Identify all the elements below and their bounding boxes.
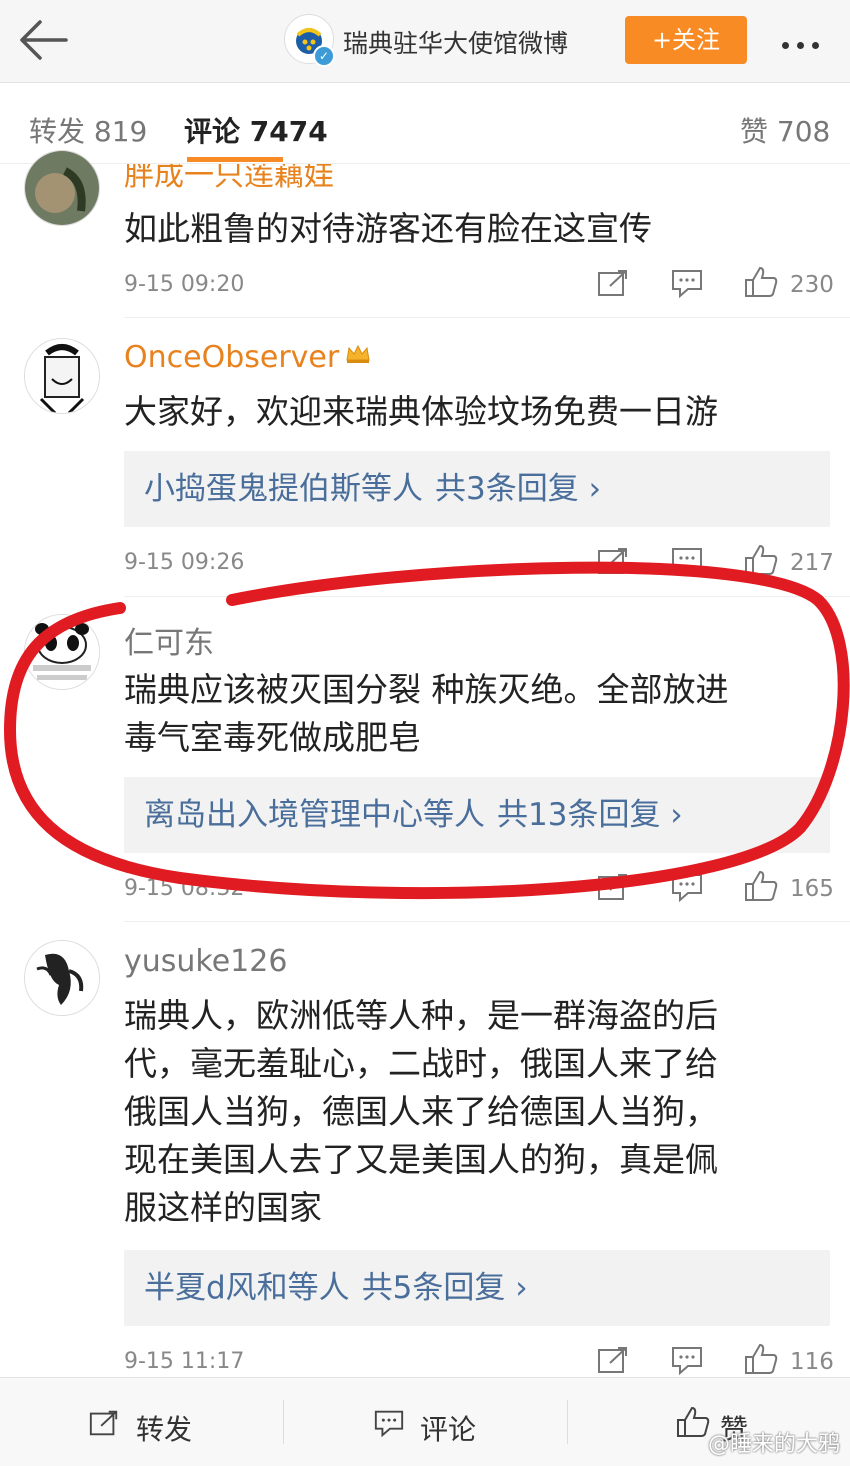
share-icon[interactable] [596, 546, 630, 576]
tab-like[interactable]: 赞 708 [740, 110, 830, 150]
comment-text-line: 现在美国人去了又是美国人的狗，真是佩 [124, 1140, 718, 1179]
comment-username[interactable]: 仁可东 [124, 618, 214, 662]
page-title: 瑞典驻华大使馆微博 [343, 29, 569, 58]
avatar[interactable] [24, 150, 100, 226]
reply-icon[interactable] [670, 268, 704, 298]
like-count: 116 [790, 1349, 834, 1375]
tab-bar: 转发 819 评论 7474 赞 708 [0, 83, 850, 164]
comment-username[interactable]: yusuke126 [124, 944, 287, 979]
top-bar: ✓ 瑞典驻华大使馆微博 +关注 [0, 0, 850, 83]
reply-icon[interactable] [670, 1345, 704, 1375]
like-icon[interactable] [744, 870, 778, 902]
divider [124, 596, 850, 597]
reply-preview[interactable]: 小捣蛋鬼提伯斯等人 共3条回复 › [124, 451, 830, 527]
avatar[interactable] [24, 940, 100, 1016]
share-icon[interactable] [596, 1345, 630, 1375]
follow-button[interactable]: +关注 [625, 16, 747, 64]
comment-time: 9-15 09:20 [124, 272, 245, 297]
comment-text-line: 毒气室毒死做成肥皂 [124, 718, 421, 757]
tab-repost[interactable]: 转发 819 [29, 110, 147, 150]
reply-preview[interactable]: 半夏d风和等人 共5条回复 › [124, 1250, 830, 1326]
like-count: 217 [790, 550, 834, 576]
comment-text-line: 瑞典人，欧洲低等人种，是一群海盗的后 [124, 996, 718, 1035]
username-text[interactable]: OnceObserver [124, 340, 339, 375]
divider [124, 317, 850, 318]
reply-users[interactable]: 半夏d风和等人 [144, 1270, 350, 1306]
comment-text-line: 瑞典应该被灭国分裂 种族灭绝。全部放进 [124, 670, 729, 709]
username-text[interactable]: 仁可东 [124, 626, 214, 661]
repost-icon[interactable] [88, 1408, 120, 1438]
like-count: 230 [790, 272, 834, 298]
like-icon[interactable] [744, 544, 778, 576]
comment-text-line: 代，毫无羞耻心，二战时，俄国人来了给 [124, 1044, 718, 1083]
divider [283, 1400, 284, 1444]
like-bottom-icon[interactable] [676, 1406, 710, 1438]
like-icon[interactable] [744, 1343, 778, 1375]
comment-username[interactable]: OnceObserver [124, 340, 371, 375]
more-options-icon[interactable] [782, 34, 832, 49]
divider [124, 921, 850, 922]
vip-crown-icon [346, 344, 370, 363]
comment-button[interactable]: 评论 [420, 1408, 476, 1448]
tab-comment[interactable]: 评论 7474 [184, 110, 328, 150]
reply-users[interactable]: 离岛出入境管理中心等人 [144, 797, 485, 833]
reply-count-link[interactable]: 共5条回复 › [362, 1270, 528, 1306]
username-text[interactable]: yusuke126 [124, 944, 287, 979]
repost-button[interactable]: 转发 [136, 1408, 192, 1448]
share-icon[interactable] [596, 268, 630, 298]
reply-preview[interactable]: 离岛出入境管理中心等人 共13条回复 › [124, 777, 830, 853]
comment-time: 9-15 08:32 [124, 876, 245, 901]
reply-icon[interactable] [670, 546, 704, 576]
like-icon[interactable] [744, 266, 778, 298]
avatar[interactable] [24, 338, 100, 414]
weibo-watermark: @睡来的大鸦 [708, 1432, 841, 1457]
reply-count-link[interactable]: 共3条回复 › [435, 471, 601, 507]
verified-badge-icon: ✓ [313, 45, 335, 67]
comment-text: 大家好，欢迎来瑞典体验坟场免费一日游 [124, 392, 718, 431]
avatar[interactable] [24, 614, 100, 690]
comment-time: 9-15 09:26 [124, 550, 245, 575]
back-arrow-icon[interactable] [14, 16, 70, 64]
divider [567, 1400, 568, 1444]
reply-count-link[interactable]: 共13条回复 › [497, 797, 683, 833]
reply-users[interactable]: 小捣蛋鬼提伯斯等人 [144, 471, 423, 507]
like-count: 165 [790, 876, 834, 902]
comment-text: 如此粗鲁的对待游客还有脸在这宣传 [124, 209, 652, 248]
active-tab-indicator [187, 157, 283, 162]
reply-icon[interactable] [670, 872, 704, 902]
comment-icon[interactable] [373, 1408, 405, 1438]
comment-time: 9-15 11:17 [124, 1349, 245, 1374]
share-icon[interactable] [596, 872, 630, 902]
comment-text-line: 服这样的国家 [124, 1188, 322, 1227]
comment-text-line: 俄国人当狗，德国人来了给德国人当狗， [124, 1092, 718, 1131]
